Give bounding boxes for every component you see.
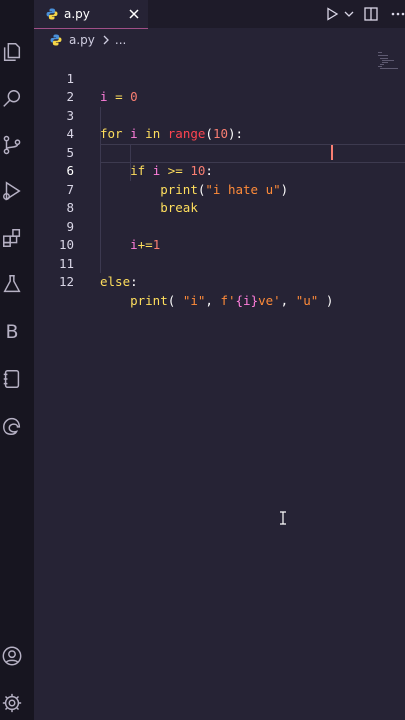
extensions-icon[interactable] (0, 224, 24, 252)
b-icon-letter: B (5, 321, 19, 343)
code-line: 5 if i >= 10: (34, 125, 405, 179)
b-icon[interactable]: B (0, 318, 24, 346)
split-editor-icon[interactable] (363, 6, 379, 22)
python-icon (46, 8, 58, 20)
code-line: 3 for i in range(10): (34, 88, 405, 142)
breadcrumb: a.py ... (34, 29, 405, 51)
code-line: 10 (34, 218, 405, 252)
notebook-icon[interactable] (0, 365, 24, 393)
play-icon[interactable] (324, 6, 340, 22)
explorer-icon[interactable] (0, 38, 24, 66)
code-line: 7 break (34, 162, 405, 216)
chevron-down-icon[interactable] (343, 8, 355, 20)
line-code: print( "i", f'{i}ve', "u" ) (130, 292, 334, 308)
tab-label: a.py (64, 7, 90, 21)
chevron-right-icon (103, 35, 109, 45)
text-cursor (331, 145, 333, 160)
code-line: 12 print( "i", f'{i}ve', "u" ) (34, 255, 405, 308)
ellipsis-icon[interactable] (390, 6, 405, 22)
breadcrumb-more[interactable]: ... (115, 33, 126, 47)
close-icon[interactable] (126, 6, 142, 22)
source-control-icon[interactable] (0, 131, 24, 159)
code-line-active: 6 print("i hate u") (34, 144, 405, 197)
line-number: 12 (58, 274, 74, 289)
activity-bar: B (0, 0, 34, 720)
line-code: else: (100, 274, 138, 289)
code-line: 8 (34, 181, 405, 215)
breadcrumb-file[interactable]: a.py (69, 33, 95, 47)
tab-a-py[interactable]: a.py (34, 0, 148, 29)
search-icon[interactable] (0, 85, 24, 113)
code-line: 2 (34, 70, 405, 104)
testing-icon[interactable] (0, 270, 24, 298)
code-line: 1 i = 0 (34, 51, 405, 105)
code-line: 9 i+=1 (34, 199, 405, 253)
edge-icon[interactable] (0, 412, 24, 440)
code-editor[interactable]: 1 i = 0 2 3 for i in range(10): 4 5 if i… (34, 51, 405, 720)
code-line: 11 else: (34, 236, 405, 290)
mouse-ibeam-cursor (280, 511, 286, 525)
code-line: 4 (34, 107, 405, 141)
python-icon (50, 34, 62, 46)
settings-icon[interactable] (0, 689, 24, 717)
account-icon[interactable] (0, 642, 24, 670)
minimap[interactable] (378, 51, 400, 69)
tab-bar: a.py (34, 0, 405, 29)
run-debug-icon[interactable] (0, 177, 24, 205)
